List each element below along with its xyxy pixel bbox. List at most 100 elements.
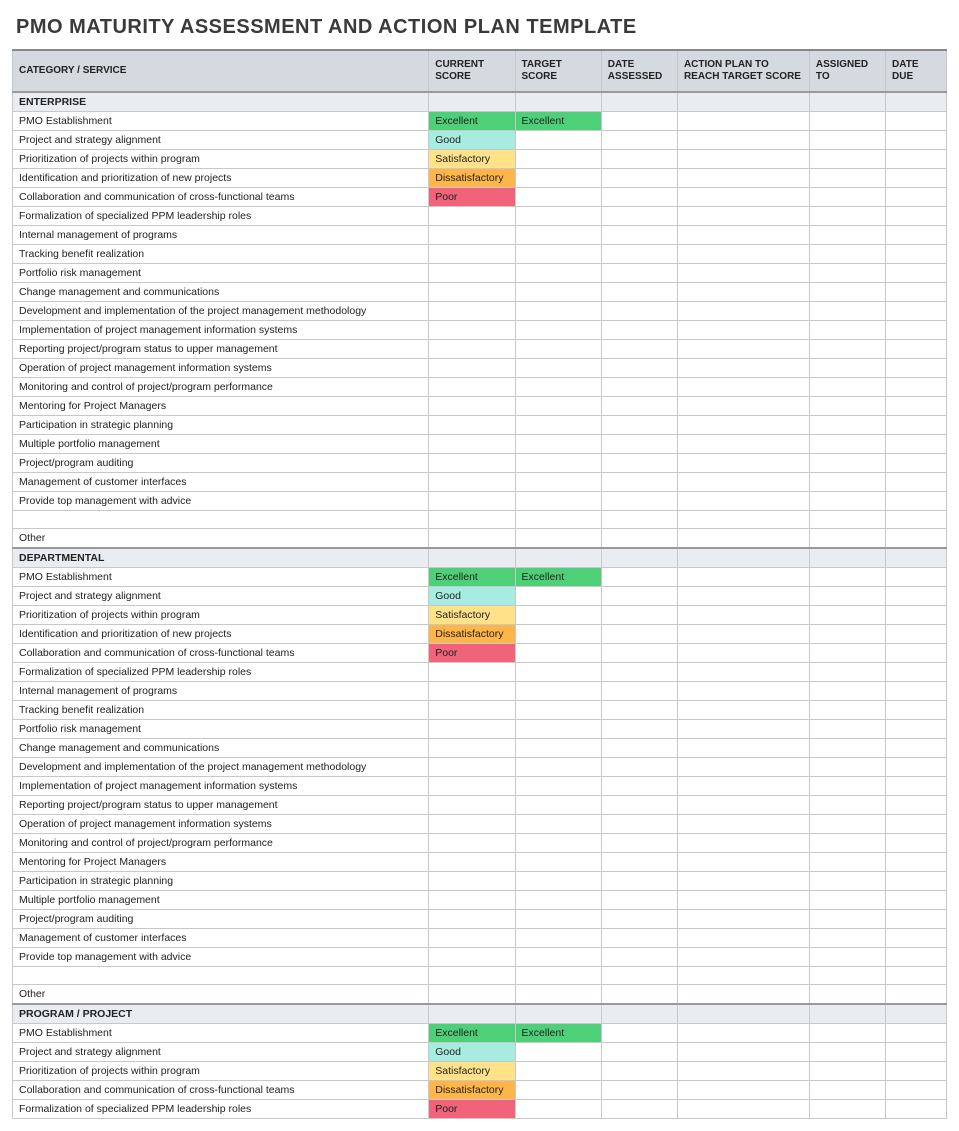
cell-action-plan[interactable]: [677, 207, 809, 226]
cell-current-score[interactable]: [429, 796, 515, 815]
cell-category[interactable]: Development and implementation of the pr…: [13, 302, 429, 321]
cell-action-plan[interactable]: [677, 663, 809, 682]
cell-assigned-to[interactable]: [809, 1062, 885, 1081]
cell-current-score[interactable]: Poor: [429, 188, 515, 207]
cell-current-score[interactable]: [429, 910, 515, 929]
cell-assigned-to[interactable]: [809, 226, 885, 245]
cell-action-plan[interactable]: [677, 872, 809, 891]
cell-action-plan[interactable]: [677, 1100, 809, 1119]
cell-date-due[interactable]: [886, 169, 947, 188]
cell-assigned-to[interactable]: [809, 150, 885, 169]
cell-category[interactable]: Project and strategy alignment: [13, 131, 429, 150]
cell-date-assessed[interactable]: [601, 701, 677, 720]
cell-action-plan[interactable]: [677, 283, 809, 302]
cell-assigned-to[interactable]: [809, 967, 885, 985]
cell-date-assessed[interactable]: [601, 777, 677, 796]
cell-date-due[interactable]: [886, 985, 947, 1005]
cell-assigned-to[interactable]: [809, 644, 885, 663]
cell-current-score[interactable]: [429, 758, 515, 777]
cell-action-plan[interactable]: [677, 416, 809, 435]
cell-date-due[interactable]: [886, 1024, 947, 1043]
cell-action-plan[interactable]: [677, 397, 809, 416]
cell-current-score[interactable]: [429, 264, 515, 283]
cell-category[interactable]: Mentoring for Project Managers: [13, 853, 429, 872]
cell-assigned-to[interactable]: [809, 663, 885, 682]
cell-category[interactable]: Monitoring and control of project/progra…: [13, 378, 429, 397]
cell-assigned-to[interactable]: [809, 1100, 885, 1119]
cell-action-plan[interactable]: [677, 188, 809, 207]
cell-category[interactable]: Monitoring and control of project/progra…: [13, 834, 429, 853]
cell-current-score[interactable]: Satisfactory: [429, 150, 515, 169]
cell-target-score[interactable]: [515, 701, 601, 720]
cell-target-score[interactable]: [515, 359, 601, 378]
cell-action-plan[interactable]: [677, 891, 809, 910]
cell-date-assessed[interactable]: [601, 853, 677, 872]
cell-target-score[interactable]: [515, 340, 601, 359]
cell-date-assessed[interactable]: [601, 226, 677, 245]
cell-target-score[interactable]: [515, 529, 601, 549]
cell-date-assessed[interactable]: [601, 359, 677, 378]
cell-current-score[interactable]: [429, 207, 515, 226]
cell-current-score[interactable]: Poor: [429, 644, 515, 663]
cell-date-assessed[interactable]: [601, 264, 677, 283]
cell-category[interactable]: Prioritization of projects within progra…: [13, 606, 429, 625]
cell-assigned-to[interactable]: [809, 834, 885, 853]
cell-date-assessed[interactable]: [601, 416, 677, 435]
cell-assigned-to[interactable]: [809, 359, 885, 378]
cell-category[interactable]: Multiple portfolio management: [13, 891, 429, 910]
cell-date-due[interactable]: [886, 454, 947, 473]
cell-category[interactable]: Other: [13, 985, 429, 1005]
cell-category[interactable]: Formalization of specialized PPM leaders…: [13, 207, 429, 226]
cell-current-score[interactable]: [429, 340, 515, 359]
cell-date-assessed[interactable]: [601, 1062, 677, 1081]
cell-action-plan[interactable]: [677, 720, 809, 739]
cell-current-score[interactable]: [429, 834, 515, 853]
cell-date-assessed[interactable]: [601, 1081, 677, 1100]
cell-date-due[interactable]: [886, 283, 947, 302]
cell-date-due[interactable]: [886, 435, 947, 454]
cell-category[interactable]: Project/program auditing: [13, 910, 429, 929]
cell-category[interactable]: Mentoring for Project Managers: [13, 397, 429, 416]
cell-current-score[interactable]: Poor: [429, 1100, 515, 1119]
cell-date-due[interactable]: [886, 929, 947, 948]
cell-date-due[interactable]: [886, 529, 947, 549]
cell-category[interactable]: Reporting project/program status to uppe…: [13, 340, 429, 359]
cell-target-score[interactable]: [515, 150, 601, 169]
cell-date-due[interactable]: [886, 701, 947, 720]
cell-date-due[interactable]: [886, 606, 947, 625]
cell-category[interactable]: Operation of project management informat…: [13, 815, 429, 834]
cell-date-due[interactable]: [886, 245, 947, 264]
cell-date-due[interactable]: [886, 150, 947, 169]
cell-date-assessed[interactable]: [601, 473, 677, 492]
cell-target-score[interactable]: [515, 1043, 601, 1062]
cell-category[interactable]: Formalization of specialized PPM leaders…: [13, 1100, 429, 1119]
cell-date-due[interactable]: [886, 359, 947, 378]
cell-action-plan[interactable]: [677, 454, 809, 473]
cell-action-plan[interactable]: [677, 226, 809, 245]
cell-target-score[interactable]: [515, 853, 601, 872]
cell-date-due[interactable]: [886, 663, 947, 682]
cell-action-plan[interactable]: [677, 340, 809, 359]
cell-current-score[interactable]: [429, 701, 515, 720]
cell-action-plan[interactable]: [677, 644, 809, 663]
cell-date-due[interactable]: [886, 739, 947, 758]
cell-action-plan[interactable]: [677, 967, 809, 985]
cell-category[interactable]: Change management and communications: [13, 283, 429, 302]
cell-target-score[interactable]: [515, 796, 601, 815]
cell-date-due[interactable]: [886, 568, 947, 587]
cell-date-assessed[interactable]: [601, 454, 677, 473]
cell-date-assessed[interactable]: [601, 720, 677, 739]
cell-target-score[interactable]: [515, 473, 601, 492]
cell-current-score[interactable]: [429, 872, 515, 891]
cell-action-plan[interactable]: [677, 245, 809, 264]
cell-category[interactable]: PMO Establishment: [13, 1024, 429, 1043]
cell-date-due[interactable]: [886, 834, 947, 853]
cell-date-due[interactable]: [886, 948, 947, 967]
cell-category[interactable]: Project and strategy alignment: [13, 587, 429, 606]
cell-target-score[interactable]: [515, 644, 601, 663]
cell-category[interactable]: Portfolio risk management: [13, 264, 429, 283]
cell-category[interactable]: Provide top management with advice: [13, 948, 429, 967]
cell-target-score[interactable]: [515, 967, 601, 985]
cell-target-score[interactable]: [515, 492, 601, 511]
cell-current-score[interactable]: [429, 815, 515, 834]
